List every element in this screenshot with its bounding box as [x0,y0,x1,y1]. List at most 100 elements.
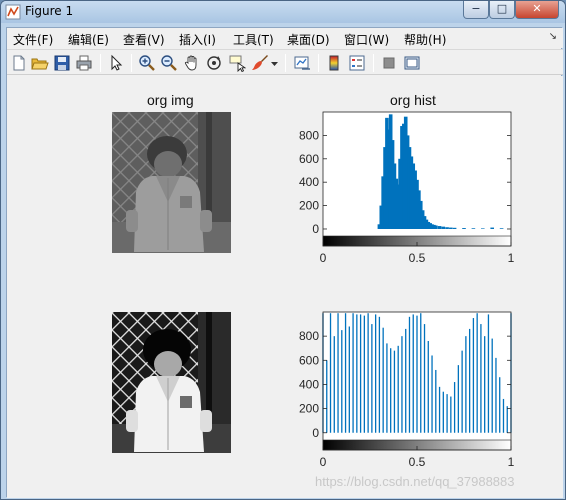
histogram-bar [344,313,347,433]
histogram-bar [438,386,441,433]
histogram-bar [435,369,437,433]
histogram-bar [371,324,373,433]
y-tick-label: 400 [299,377,319,391]
histogram-bar [457,365,460,433]
matlab-figure-icon [5,4,21,20]
histogram-bar [472,318,475,433]
print-icon[interactable] [75,54,93,72]
histogram-bar [326,360,328,433]
histogram-bar [427,340,429,433]
histogram-bar [453,382,456,433]
y-tick-label: 200 [299,402,319,416]
zoom-out-icon[interactable] [160,54,178,72]
menu-file[interactable]: 文件(F) [13,31,53,48]
pointer-icon[interactable] [107,54,125,72]
histogram-bar [401,336,403,433]
histogram-bar [382,327,384,433]
toolbar-separator [318,54,319,72]
rotate-3d-icon[interactable] [205,54,223,72]
histogram-bar [352,313,354,433]
save-icon[interactable] [53,54,71,72]
menu-window[interactable]: 窗口(W) [344,31,389,48]
maximize-button[interactable]: □ [489,1,515,19]
menu-help[interactable]: 帮助(H) [404,31,446,48]
histogram-bar [484,336,486,433]
show-plot-tools-icon[interactable] [403,54,421,72]
figure-canvas[interactable]: org img org hist 0 200 400 600 800 0 0.5… [7,76,563,498]
histogram-bar [506,406,508,433]
menu-bar: 文件(F) 编辑(E) 查看(V) 插入(I) 工具(T) 桌面(D) 窗口(W… [7,28,563,48]
histogram-bar [412,314,414,433]
histogram-bar [416,315,418,433]
histogram-bar [337,313,339,433]
histogram-bar [499,377,501,433]
histogram-bar [393,350,396,433]
histogram-bar [442,391,444,433]
colorbar-icon[interactable] [325,54,343,72]
histogram-bar [468,328,471,433]
figure-window: Figure 1 − □ ✕ 文件(F) 编辑(E) 查看(V) 插入(I) 工… [0,0,566,500]
histogram-bar [495,357,497,433]
open-icon[interactable] [31,54,49,72]
menu-overflow-icon[interactable]: ↘ [549,31,557,42]
toolbar-separator [373,54,374,72]
histogram-bar [348,326,350,433]
x-tick-label: 1 [508,455,515,469]
menu-desktop[interactable]: 桌面(D) [287,31,330,48]
menu-tools[interactable]: 工具(T) [233,31,274,48]
link-plot-icon[interactable] [293,54,311,72]
histogram-bar [333,336,335,433]
histogram-bar [374,314,377,433]
histogram-bar [356,314,358,433]
histogram-bar [461,350,463,433]
pan-hand-icon[interactable] [183,54,201,72]
histogram-bar [502,398,505,433]
histogram-bar [405,328,407,433]
histogram-bar [367,313,369,433]
hide-plot-tools-icon[interactable] [380,54,398,72]
histogram-bar [359,314,362,433]
toolbar-separator [285,54,286,72]
histogram-bar [423,324,426,433]
menu-view[interactable]: 查看(V) [123,31,165,48]
histogram-bar [420,313,422,433]
y-tick-label: 0 [312,426,319,440]
x-tick-label: 0 [320,455,327,469]
histogram-bar [390,348,392,433]
legend-icon[interactable] [348,54,366,72]
x-tick-label: 0.5 [409,455,426,469]
histogram-bar [378,316,381,433]
histogram-bar [446,394,448,433]
menu-edit[interactable]: 编辑(E) [68,31,109,48]
zoom-in-icon[interactable] [138,54,156,72]
title-bar[interactable]: Figure 1 − □ ✕ [1,1,565,23]
histogram-bar [491,338,493,433]
figure-client-area: 文件(F) 编辑(E) 查看(V) 插入(I) 工具(T) 桌面(D) 窗口(W… [6,27,563,498]
histogram-bar [431,355,433,433]
histogram-bar [476,313,478,433]
histogram-bar [386,343,388,433]
toolbar-separator [131,54,132,72]
brush-dropdown-icon[interactable] [270,54,279,72]
watermark: https://blog.csdn.net/qq_37988883 [315,474,515,489]
close-button[interactable]: ✕ [515,1,559,19]
histogram-bar [397,345,399,433]
figure-toolbar [7,49,563,75]
histogram-bar [363,315,366,433]
equalized-hist-chart[interactable]: 0 200 400 600 800 0 0.5 1 [7,76,563,498]
data-cursor-icon[interactable] [228,54,246,72]
toolbar-separator [100,54,101,72]
y-tick-label: 600 [299,353,319,367]
histogram-bar [450,396,452,433]
histogram-bar [408,316,411,433]
minimize-button[interactable]: − [463,1,489,19]
histogram-bar [341,330,343,433]
brush-icon[interactable] [251,54,269,72]
y-tick-label: 800 [299,329,319,343]
histogram-bar [329,313,332,433]
histogram-bar [487,314,490,433]
new-figure-icon[interactable] [10,54,28,72]
histogram-bar [480,324,482,433]
menu-insert[interactable]: 插入(I) [179,31,216,48]
window-title: Figure 1 [25,4,74,18]
